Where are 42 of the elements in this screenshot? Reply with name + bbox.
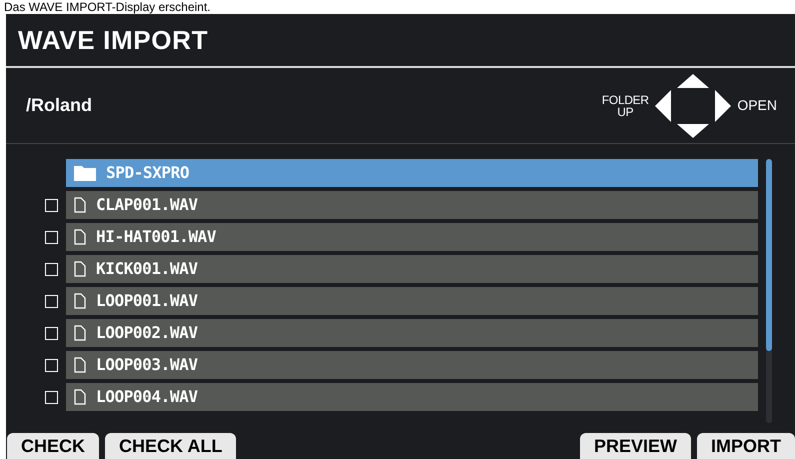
- screen-title: WAVE IMPORT: [18, 24, 208, 56]
- scrollbar-thumb[interactable]: [766, 159, 772, 351]
- folder-icon: [74, 165, 96, 181]
- document-icon: [74, 293, 86, 309]
- cursor-arrows-icon: [653, 74, 734, 138]
- function-button[interactable]: CHECK: [7, 433, 100, 459]
- document-icon: [74, 197, 86, 213]
- file-row[interactable]: KICK001.WAV: [66, 255, 758, 283]
- scrollbar-track[interactable]: [766, 159, 772, 423]
- file-row[interactable]: LOOP003.WAV: [66, 351, 758, 379]
- folder-name: SPD-SXPRO: [106, 162, 190, 184]
- file-row[interactable]: LOOP001.WAV: [66, 287, 758, 315]
- caption-text: Das WAVE IMPORT-Display erscheint.: [4, 0, 210, 14]
- document-icon: [74, 357, 86, 373]
- file-name: CLAP001.WAV: [96, 194, 198, 216]
- file-row[interactable]: CLAP001.WAV: [66, 191, 758, 219]
- file-name: LOOP002.WAV: [96, 322, 198, 344]
- checkbox[interactable]: [45, 326, 58, 340]
- document-icon: [74, 229, 86, 245]
- checkbox[interactable]: [45, 358, 58, 372]
- folder-up-label: FOLDER UP: [601, 94, 650, 118]
- document-icon: [74, 389, 86, 405]
- document-icon: [74, 325, 86, 341]
- checkbox[interactable]: [45, 230, 58, 244]
- file-name: KICK001.WAV: [96, 258, 198, 280]
- checkbox[interactable]: [45, 390, 58, 404]
- file-name: LOOP003.WAV: [96, 354, 198, 376]
- function-button[interactable]: CHECK ALL: [105, 433, 236, 459]
- file-row[interactable]: HI-HAT001.WAV: [66, 223, 758, 251]
- checkbox[interactable]: [45, 262, 58, 276]
- document-icon: [74, 261, 86, 277]
- folder-path: /Roland: [26, 94, 92, 117]
- file-row[interactable]: LOOP002.WAV: [66, 319, 758, 347]
- checkbox[interactable]: [45, 198, 58, 212]
- file-row[interactable]: LOOP004.WAV: [66, 383, 758, 411]
- file-name: LOOP004.WAV: [96, 386, 198, 408]
- checkbox[interactable]: [45, 294, 58, 308]
- file-name: HI-HAT001.WAV: [96, 226, 216, 248]
- function-button[interactable]: IMPORT: [697, 433, 795, 459]
- open-label: OPEN: [737, 96, 777, 115]
- file-name: LOOP001.WAV: [96, 290, 198, 312]
- function-button[interactable]: PREVIEW: [580, 433, 691, 459]
